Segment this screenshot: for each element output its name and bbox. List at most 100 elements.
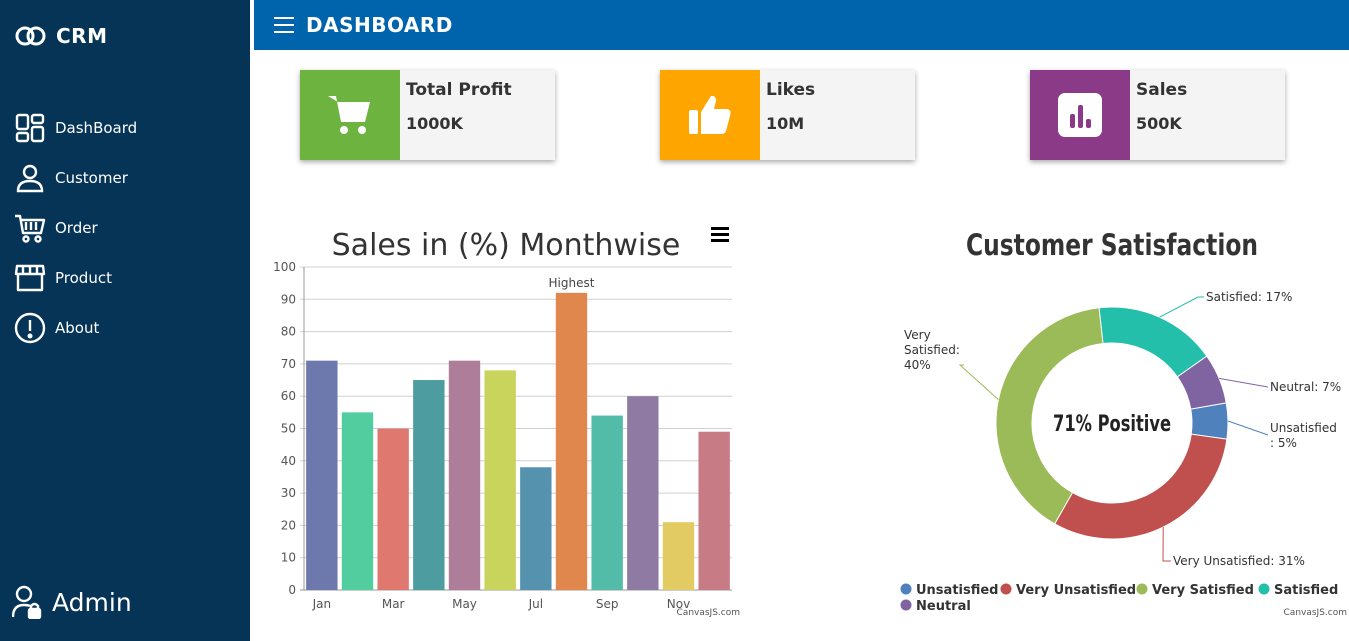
y-tick-label: 30 (281, 486, 296, 500)
card-value: 1000K (406, 114, 463, 133)
sidebar-item-order[interactable]: Order (14, 203, 137, 253)
chart-title: Customer Satisfaction (966, 228, 1258, 262)
gutter (250, 0, 254, 641)
sales-bar-chart: Sales in (%) Monthwise 0 10 20 30 40 50 60 70 80 9… (273, 228, 740, 618)
slice-label: 40% (904, 358, 931, 372)
admin-user[interactable]: Admin (12, 585, 132, 619)
slice-label: Unsatisfied (1270, 421, 1337, 435)
donut-slice (1054, 433, 1228, 540)
bar (306, 360, 338, 590)
info-icon (14, 312, 46, 344)
y-tick-label: 70 (281, 357, 296, 371)
y-tick-label: 10 (281, 551, 296, 565)
x-tick-label: May (452, 597, 477, 611)
chart-credit: CanvasJS.com (677, 608, 740, 618)
legend-label: Very Unsatisfied (1016, 583, 1136, 598)
slice-label: Very Unsatisfied: 31% (1173, 554, 1305, 568)
sidebar-item-label: Customer (55, 169, 128, 187)
bar-annotation: Highest (549, 276, 595, 290)
y-tick-label: 90 (281, 292, 296, 306)
likes-card[interactable]: Likes 10M (660, 70, 915, 160)
legend-label: Unsatisfied (916, 583, 999, 598)
admin-label: Admin (52, 587, 132, 617)
bar (520, 467, 552, 590)
sales-card[interactable]: Sales 500K (1030, 70, 1285, 160)
bar (341, 412, 374, 590)
donut-slice (1098, 306, 1208, 378)
y-tick-label: 20 (281, 518, 296, 532)
card-icon-box (660, 70, 760, 160)
total-profit-card[interactable]: Total Profit 1000K (300, 70, 555, 160)
dashboard-grid-icon (14, 112, 46, 144)
x-tick-label: Mar (382, 597, 405, 611)
legend-label: Neutral (916, 599, 971, 614)
bar (662, 522, 695, 590)
card-title: Likes (766, 80, 816, 100)
card-icon-box (300, 70, 400, 160)
chart-menu-icon[interactable] (711, 227, 729, 242)
sidebar-nav: DashBoard Customer Order Product About (14, 103, 137, 353)
y-tick-label: 100 (273, 260, 296, 274)
card-title: Sales (1136, 80, 1188, 100)
label-connector (958, 364, 999, 401)
y-tick-label: 60 (281, 389, 296, 403)
bar (698, 431, 730, 590)
card-title: Total Profit (406, 80, 512, 100)
label-connector (1227, 420, 1269, 436)
card-icon-box (1030, 70, 1130, 160)
chart-credit: CanvasJS.com (1284, 608, 1347, 618)
card-value: 10M (766, 114, 805, 133)
x-tick-label: Jul (528, 597, 543, 611)
legend-marker (1258, 583, 1270, 595)
legend-marker (1136, 583, 1148, 595)
top-bar: DASHBOARD (254, 0, 1349, 50)
page-title: DASHBOARD (306, 13, 453, 37)
brand-name: CRM (56, 24, 108, 48)
cart-icon (14, 212, 46, 244)
label-connector (1162, 527, 1171, 562)
user-lock-icon (12, 585, 42, 619)
label-connector (1219, 377, 1269, 388)
sidebar-item-label: About (55, 319, 100, 337)
donut-center-text: 71% Positive (1053, 412, 1171, 437)
x-tick-label: Sep (596, 597, 619, 611)
sidebar-item-about[interactable]: About (14, 303, 137, 353)
bar (591, 415, 623, 590)
legend-marker (900, 583, 912, 595)
sidebar-item-customer[interactable]: Customer (14, 153, 137, 203)
cart-icon (328, 96, 370, 134)
sidebar-item-product[interactable]: Product (14, 253, 137, 303)
sidebar-item-label: DashBoard (55, 119, 138, 137)
slice-label: : 5% (1270, 436, 1297, 450)
sidebar-item-label: Order (55, 219, 98, 237)
slice-label: Very (904, 328, 931, 342)
chart-title: Sales in (%) Monthwise (332, 228, 681, 263)
brand[interactable]: CRM (14, 22, 107, 50)
bar-chart-icon (1058, 93, 1102, 137)
satisfaction-donut-chart: Customer SatisfactionUnsatisfied: 5%Very… (900, 228, 1347, 618)
label-connector (1159, 296, 1204, 318)
sidebar: CRM DashBoard Customer Order Product Abo… (0, 0, 250, 641)
legend-marker (900, 599, 912, 611)
bar (377, 428, 409, 590)
store-icon (14, 262, 46, 294)
y-tick-label: 0 (288, 583, 296, 597)
sidebar-item-dashboard[interactable]: DashBoard (14, 103, 137, 153)
bar (627, 396, 659, 590)
bar (413, 380, 445, 590)
slice-label: Neutral: 7% (1270, 380, 1341, 394)
card-value: 500K (1136, 114, 1182, 133)
thumbs-up-icon (689, 95, 731, 134)
user-icon (14, 162, 46, 194)
slice-label: Satisfied: (904, 343, 960, 357)
y-tick-label: 40 (281, 454, 296, 468)
legend-label: Very Satisfied (1152, 583, 1254, 598)
bar (484, 370, 516, 590)
legend-label: Satisfied (1274, 583, 1338, 598)
legend-marker (1000, 583, 1012, 595)
y-tick-label: 50 (281, 422, 296, 436)
bar (555, 292, 588, 590)
menu-toggle-icon[interactable] (274, 15, 294, 35)
slice-label: Satisfied: 17% (1206, 290, 1292, 304)
x-tick-label: Jan (312, 597, 332, 611)
